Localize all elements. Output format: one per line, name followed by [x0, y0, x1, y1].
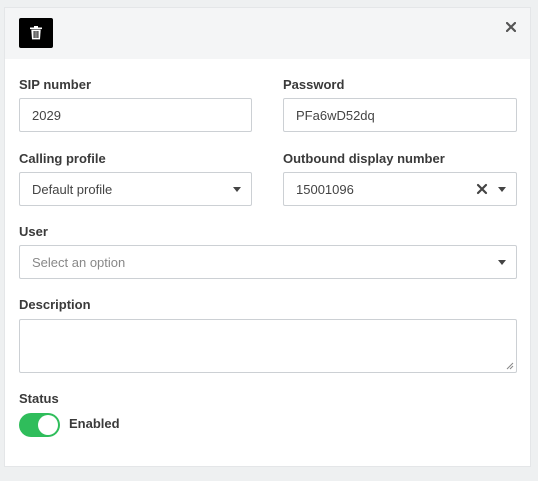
user-placeholder: Select an option: [32, 254, 126, 270]
user-label: User: [19, 224, 48, 239]
close-icon: [506, 22, 516, 32]
outbound-display-number-label: Outbound display number: [283, 151, 445, 166]
password-input[interactable]: [296, 107, 516, 123]
sip-number-field[interactable]: [19, 98, 252, 132]
password-label: Password: [283, 77, 345, 92]
sip-number-label: SIP number: [19, 77, 92, 92]
caret-down-icon: [498, 260, 506, 265]
description-textarea[interactable]: [20, 320, 516, 372]
toggle-knob: [38, 415, 58, 435]
calling-profile-select[interactable]: Default profile: [19, 172, 252, 206]
delete-button[interactable]: [19, 18, 53, 48]
calling-profile-value: Default profile: [32, 181, 113, 197]
edit-sip-account-panel: SIP number Password Calling profile Defa…: [4, 7, 531, 467]
status-toggle-text: Enabled: [69, 416, 120, 431]
caret-down-icon: [498, 187, 506, 192]
user-select[interactable]: Select an option: [19, 245, 517, 279]
panel-header: [5, 8, 530, 59]
clear-icon[interactable]: [476, 183, 488, 195]
trash-icon: [30, 26, 42, 40]
caret-down-icon: [233, 187, 241, 192]
status-label: Status: [19, 391, 59, 406]
sip-number-input[interactable]: [32, 107, 251, 123]
outbound-display-number-select[interactable]: 15001096: [283, 172, 517, 206]
status-toggle[interactable]: [19, 413, 60, 437]
description-label: Description: [19, 297, 91, 312]
description-field[interactable]: [19, 319, 517, 373]
close-button[interactable]: [504, 20, 518, 34]
password-field[interactable]: [283, 98, 517, 132]
resize-grip-icon[interactable]: [506, 362, 514, 370]
calling-profile-label: Calling profile: [19, 151, 106, 166]
